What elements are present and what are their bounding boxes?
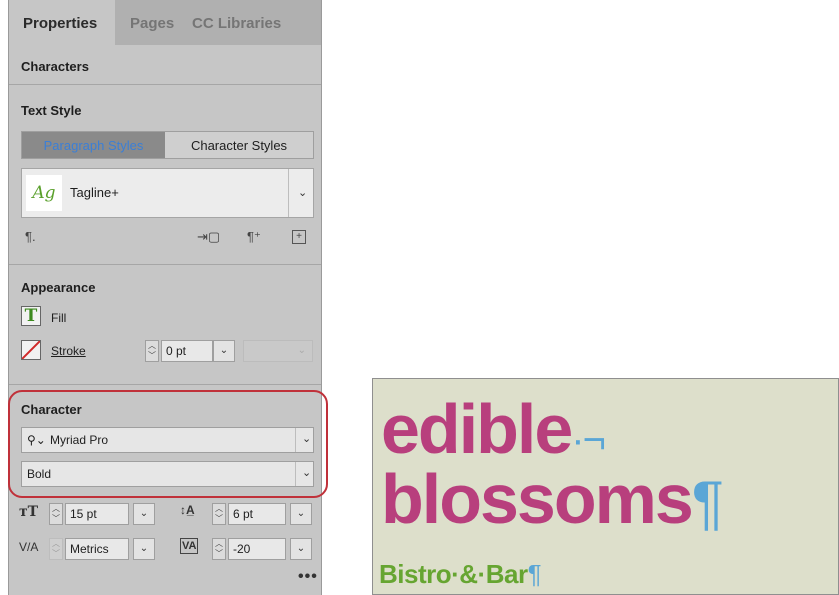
panel-tab-bar: Properties Pages CC Libraries xyxy=(9,0,321,45)
tracking-stepper[interactable]: ︿ ﹀ xyxy=(212,538,226,560)
tab-properties[interactable]: Properties xyxy=(9,0,115,45)
appearance-title: Appearance xyxy=(21,280,96,295)
preview-line-2-text: blossoms xyxy=(381,460,694,538)
more-options-icon[interactable]: ••• xyxy=(298,568,318,586)
tracking-input[interactable]: -20 xyxy=(228,538,286,560)
text-preview-frame: edible·¬ blossoms¶ Bistro·&·Bar¶ xyxy=(372,378,839,595)
section-header: Characters xyxy=(21,59,89,74)
style-name: Tagline+ xyxy=(70,185,119,200)
divider xyxy=(288,169,289,217)
divider xyxy=(9,84,321,85)
divider xyxy=(9,264,321,265)
tab-cc-libraries[interactable]: CC Libraries xyxy=(183,0,293,45)
style-dropdown[interactable]: Ag Tagline+ ⌄ xyxy=(21,168,314,218)
pilcrow-override-icon[interactable]: ¶⁺ xyxy=(247,229,261,245)
chevron-down-icon: ⌄ xyxy=(298,187,308,199)
stroke-weight-input[interactable]: 0 pt xyxy=(161,340,213,362)
leading-icon: ↕A̲ xyxy=(180,503,195,517)
add-style-icon[interactable]: + xyxy=(292,230,306,244)
fill-label: Fill xyxy=(51,311,67,325)
create-style-icon[interactable]: ⇥▢ xyxy=(197,229,220,245)
stroke-weight-stepper[interactable]: ︿ ﹀ xyxy=(145,340,159,362)
stroke-swatch-icon[interactable] xyxy=(21,340,41,360)
character-highlight-callout xyxy=(8,390,328,498)
style-type-toggle: Paragraph Styles Character Styles xyxy=(21,131,314,159)
preview-line-1-text: edible xyxy=(381,390,573,468)
leading-dropdown[interactable]: ⌄ xyxy=(290,503,312,525)
style-preview-swatch: Ag xyxy=(26,175,62,211)
preview-line-2: blossoms¶ xyxy=(381,460,724,541)
leading-stepper[interactable]: ︿ ﹀ xyxy=(212,503,226,525)
character-styles-tab[interactable]: Character Styles xyxy=(165,132,313,158)
preview-line-3-mark: ¶ xyxy=(527,559,542,589)
preview-line-3: Bistro·&·Bar¶ xyxy=(379,554,542,594)
kerning-icon: V/A xyxy=(19,540,39,554)
stroke-weight-dropdown[interactable]: ⌄ xyxy=(213,340,235,362)
tracking-icon: VA xyxy=(180,538,199,554)
font-size-stepper[interactable]: ︿ ﹀ xyxy=(49,503,63,525)
leading-input[interactable]: 6 pt xyxy=(228,503,286,525)
kerning-dropdown[interactable]: ⌄ xyxy=(133,538,155,560)
properties-panel: Properties Pages CC Libraries Characters… xyxy=(8,0,322,595)
tab-pages[interactable]: Pages xyxy=(115,0,183,45)
preview-line-3-text: Bistro·&·Bar xyxy=(379,559,528,589)
stroke-label[interactable]: Stroke xyxy=(51,344,86,358)
font-size-input[interactable]: 15 pt xyxy=(65,503,129,525)
fill-swatch-icon[interactable]: T xyxy=(21,306,41,326)
preview-line-1-mark: ·¬ xyxy=(571,418,606,462)
paragraph-styles-tab[interactable]: Paragraph Styles xyxy=(22,132,165,158)
kerning-stepper[interactable]: ︿ ﹀ xyxy=(49,538,63,560)
divider xyxy=(9,384,321,385)
font-size-icon: тT xyxy=(19,504,39,520)
stroke-type-dropdown: ⌄ xyxy=(243,340,313,362)
font-size-dropdown[interactable]: ⌄ xyxy=(133,503,155,525)
pilcrow-clear-icon[interactable]: ¶. xyxy=(25,229,36,244)
kerning-input[interactable]: Metrics xyxy=(65,538,129,560)
tracking-dropdown[interactable]: ⌄ xyxy=(290,538,312,560)
preview-line-2-mark: ¶ xyxy=(691,469,724,536)
text-style-title: Text Style xyxy=(21,103,82,118)
